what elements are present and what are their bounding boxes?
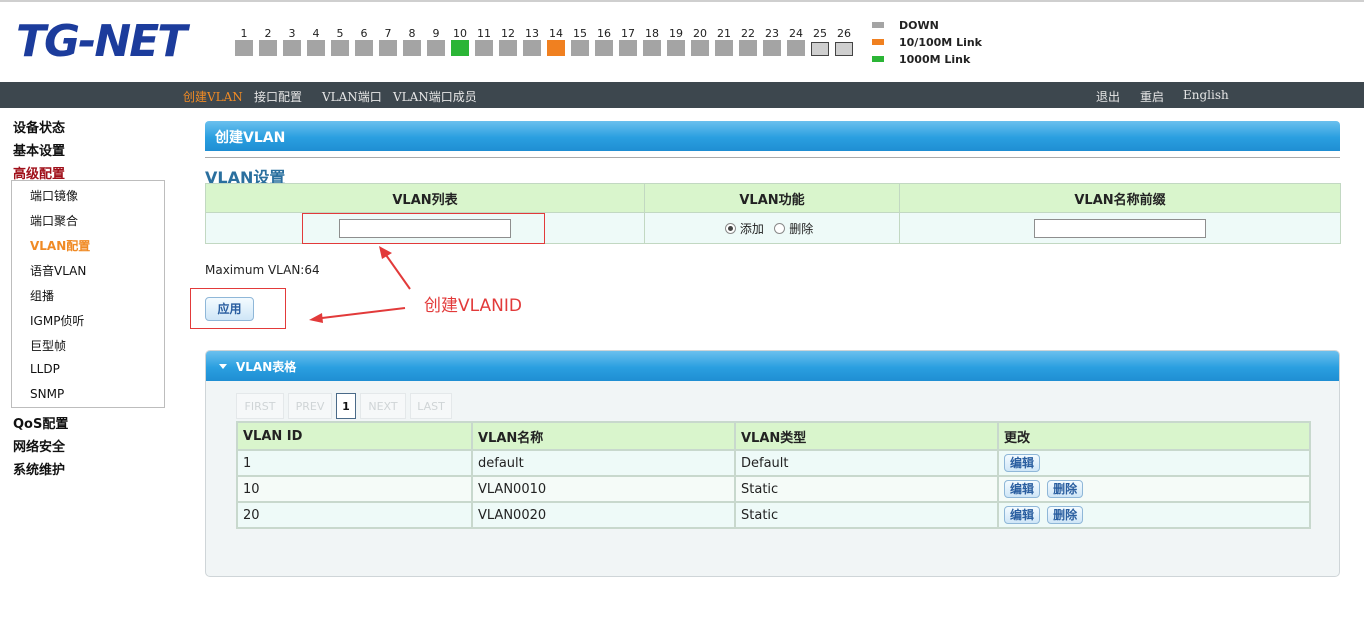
- arrow-to-vlan-list: [385, 254, 411, 290]
- cell-vlan-type: Static: [734, 475, 999, 503]
- vlan-table-panel: VLAN表格 FIRST PREV 1 NEXT LAST VLAN ID VL…: [205, 350, 1340, 577]
- table-row: 10 VLAN0010 Static 编辑 删除: [236, 475, 1311, 503]
- vlan-table-header[interactable]: VLAN表格: [206, 351, 1339, 381]
- collapse-caret-icon[interactable]: [219, 364, 227, 369]
- delete-button[interactable]: 删除: [1047, 480, 1084, 498]
- cell-vlan-type: Static: [734, 501, 999, 529]
- edit-button[interactable]: 编辑: [1004, 506, 1041, 524]
- cell-vlan-type: Default: [734, 449, 999, 477]
- cell-actions: 编辑 删除: [997, 501, 1311, 529]
- cell-actions: 编辑: [997, 449, 1311, 477]
- cell-vlan-id: 1: [236, 449, 473, 477]
- table-row: 1 default Default 编辑: [236, 449, 1311, 477]
- arrow-to-apply: [321, 307, 406, 319]
- pager-first[interactable]: FIRST: [236, 393, 284, 419]
- table-row: 20 VLAN0020 Static 编辑 删除: [236, 501, 1311, 529]
- pager-next[interactable]: NEXT: [360, 393, 406, 419]
- edit-button[interactable]: 编辑: [1004, 480, 1041, 498]
- th-vlan-id: VLAN ID: [236, 421, 473, 451]
- cell-actions: 编辑 删除: [997, 475, 1311, 503]
- cell-vlan-id: 20: [236, 501, 473, 529]
- pager-last[interactable]: LAST: [410, 393, 452, 419]
- th-vlan-type: VLAN类型: [734, 421, 999, 451]
- pager-page-1[interactable]: 1: [336, 393, 356, 419]
- th-actions: 更改: [997, 421, 1311, 451]
- cell-vlan-id: 10: [236, 475, 473, 503]
- cell-vlan-name: VLAN0020: [471, 501, 736, 529]
- cell-vlan-name: default: [471, 449, 736, 477]
- arrow-head-vlan-list: [379, 246, 392, 259]
- vlan-table-title: VLAN表格: [236, 360, 297, 374]
- delete-button[interactable]: 删除: [1047, 506, 1084, 524]
- th-vlan-name: VLAN名称: [471, 421, 736, 451]
- cell-vlan-name: VLAN0010: [471, 475, 736, 503]
- vlan-table: VLAN ID VLAN名称 VLAN类型 更改 1 default Defau…: [236, 421, 1311, 529]
- edit-button[interactable]: 编辑: [1004, 454, 1041, 472]
- arrow-head-apply: [309, 313, 323, 323]
- pager-prev[interactable]: PREV: [288, 393, 332, 419]
